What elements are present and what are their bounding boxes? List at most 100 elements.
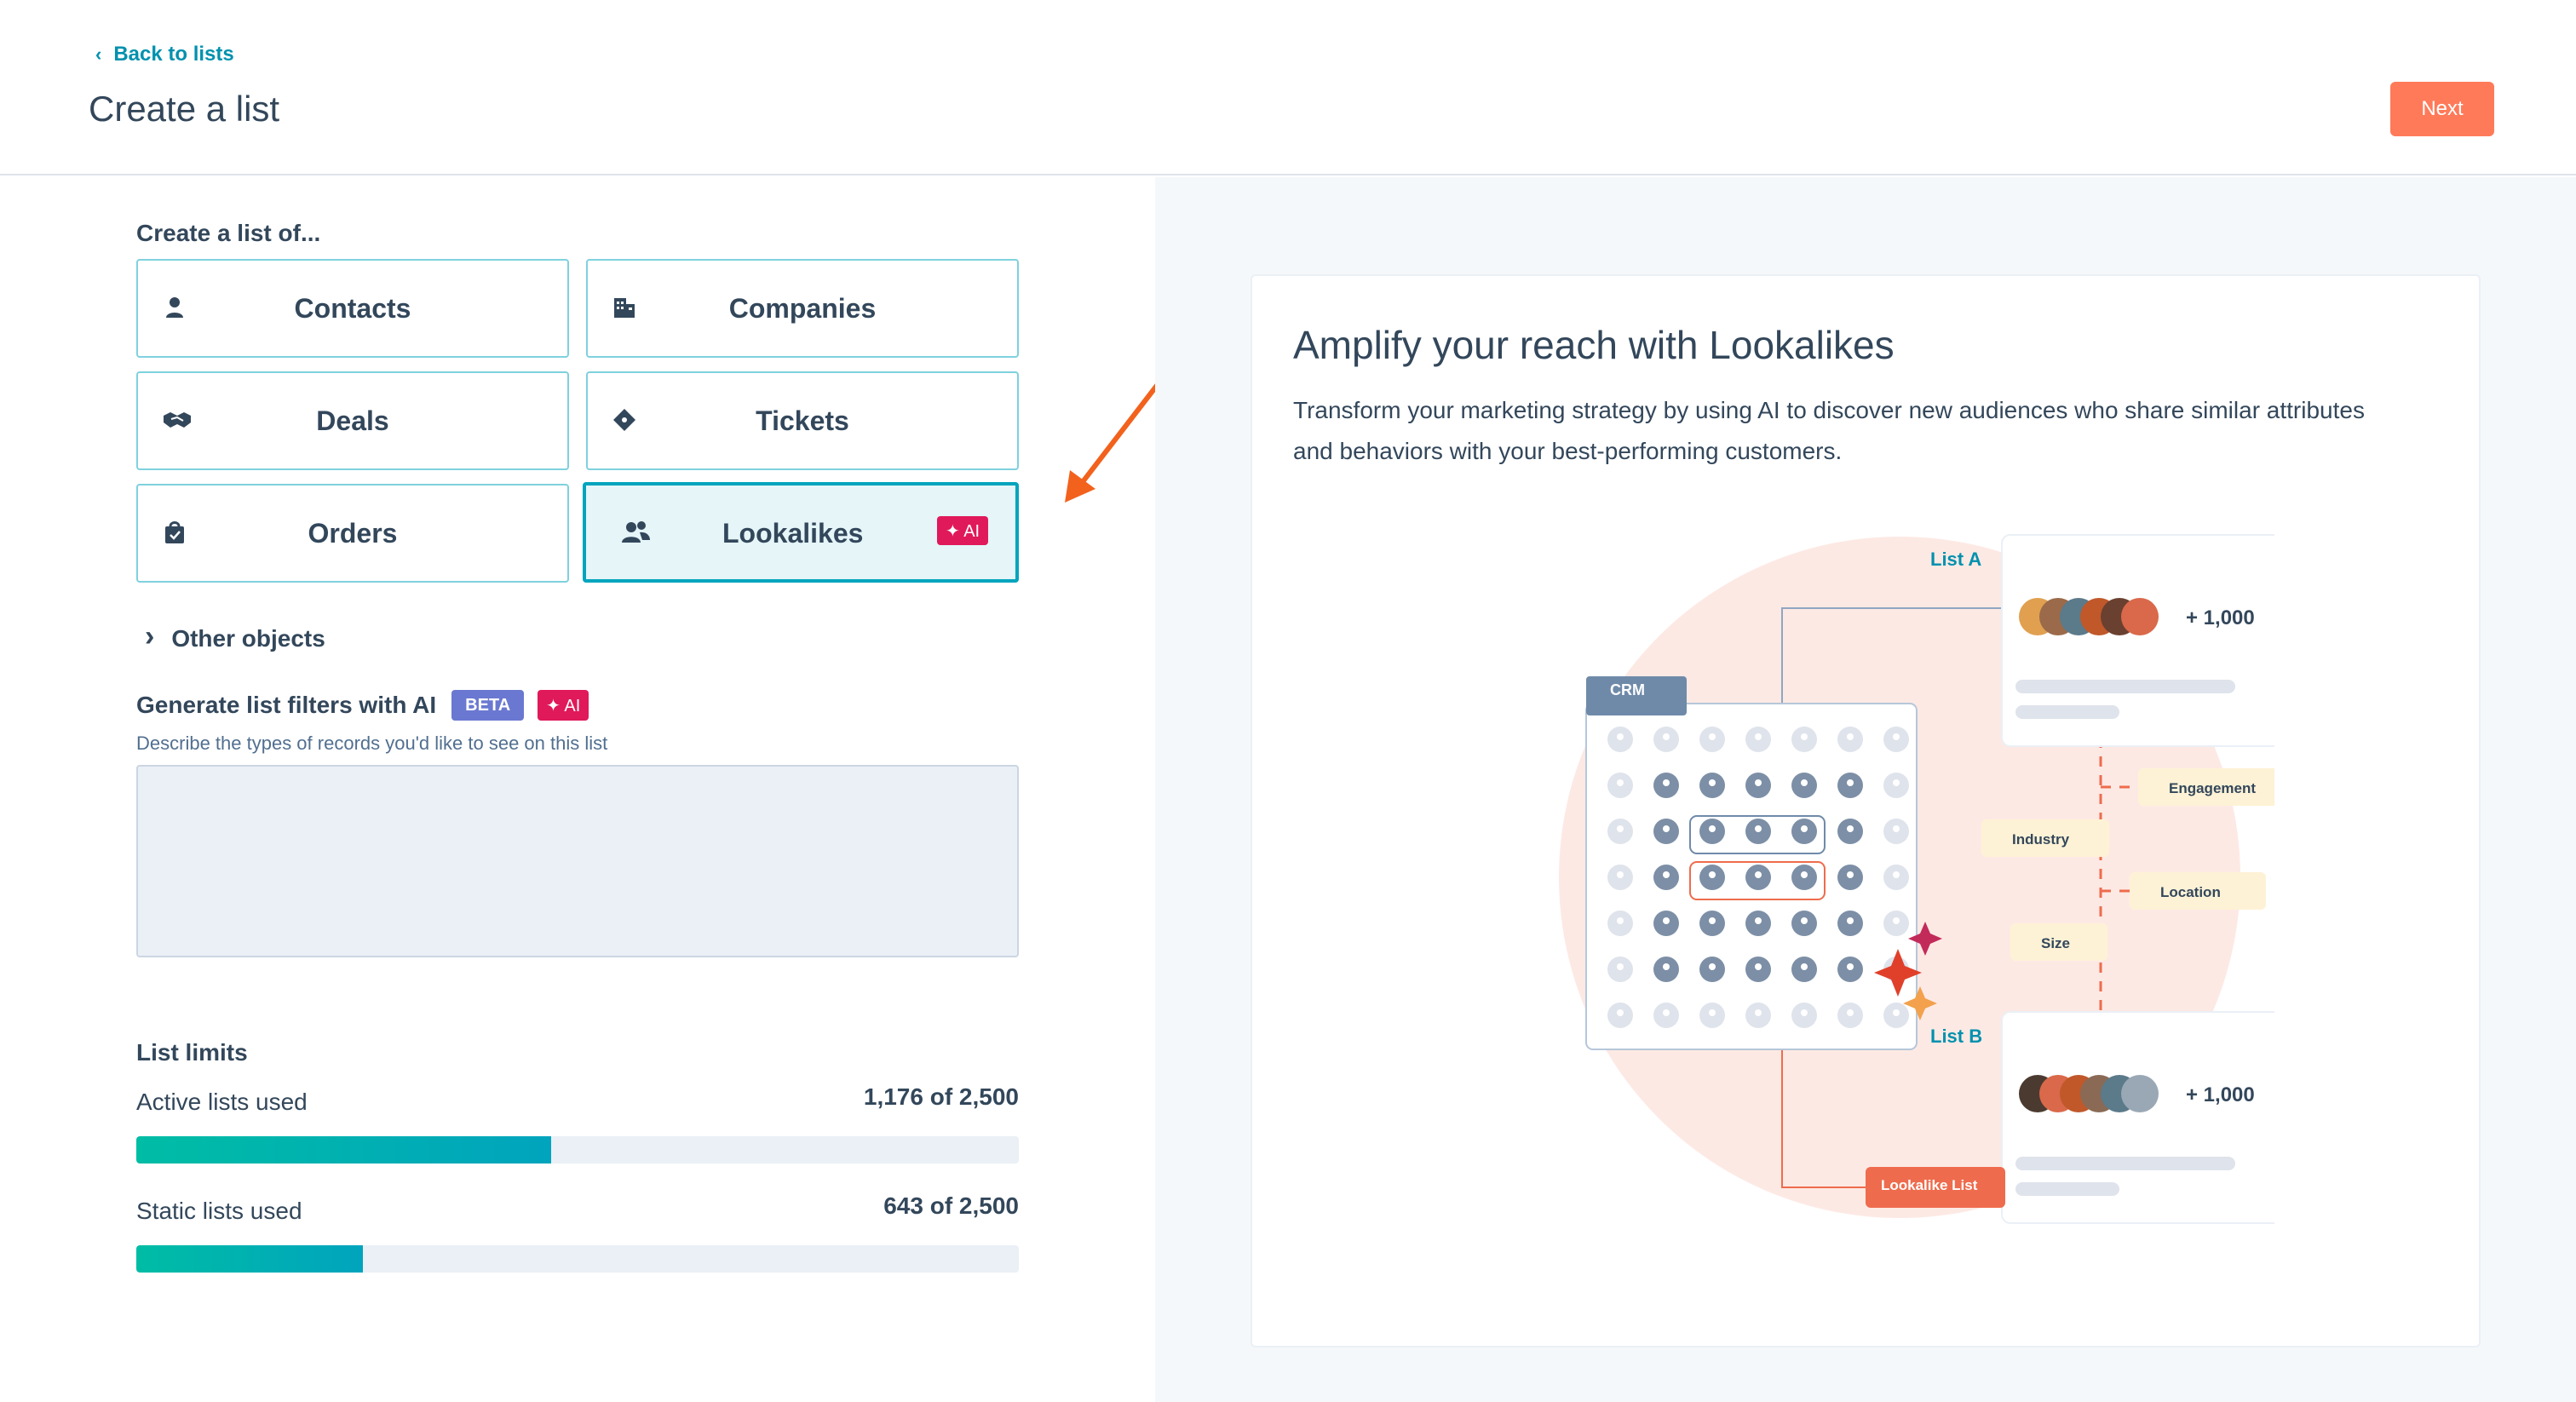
crm-person-head: [1755, 871, 1762, 878]
crm-person-head: [1801, 917, 1808, 924]
ticket-icon: [613, 409, 635, 431]
crm-person-head: [1755, 917, 1762, 924]
crm-person-head: [1847, 825, 1854, 832]
object-card-label: Tickets: [756, 405, 849, 436]
crm-person-head: [1617, 963, 1624, 970]
object-card-orders[interactable]: Orders: [136, 484, 569, 583]
lookalikes-promo-card: Amplify your reach with Lookalikes Trans…: [1251, 274, 2481, 1347]
crm-person-head: [1801, 1009, 1808, 1016]
ai-badge: ✦ AI: [538, 690, 589, 721]
object-card-tickets[interactable]: Tickets: [586, 371, 1019, 470]
right-panel: Amplify your reach with Lookalikes Trans…: [1155, 177, 2576, 1402]
list-b-label: List B: [1930, 1026, 1983, 1047]
lookalikes-illustration: [1559, 534, 2274, 1224]
crm-person-head: [1801, 825, 1808, 832]
page-header: ‹ Back to lists Create a list Next: [0, 0, 2576, 175]
crm-person-head: [1893, 871, 1900, 878]
crm-person-head: [1617, 825, 1624, 832]
active-lists-value: 1,176 of 2,500: [863, 1083, 1019, 1110]
static-lists-value: 643 of 2,500: [883, 1192, 1019, 1219]
object-card-companies[interactable]: Companies: [586, 259, 1019, 358]
handshake-icon: [164, 412, 191, 428]
crm-person-head: [1709, 963, 1716, 970]
crm-person-head: [1617, 733, 1624, 740]
other-objects-label: Other objects: [171, 624, 325, 652]
attribute-industry: Industry: [2012, 831, 2070, 848]
crm-person-head: [1663, 871, 1670, 878]
page-title: Create a list: [89, 89, 280, 129]
crm-person-head: [1801, 963, 1808, 970]
object-card-deals[interactable]: Deals: [136, 371, 569, 470]
crm-person-head: [1893, 825, 1900, 832]
object-card-label: Contacts: [294, 292, 411, 324]
ai-filters-header: Generate list filters with AI BETA ✦ AI: [136, 690, 589, 721]
crm-person-head: [1801, 733, 1808, 740]
crm-person-head: [1663, 733, 1670, 740]
ai-filters-title: Generate list filters with AI: [136, 692, 437, 718]
list-a-count: + 1,000: [2186, 606, 2255, 629]
chevron-right-icon: ›: [145, 620, 155, 652]
contact-icon: [166, 297, 183, 318]
crm-person-head: [1617, 917, 1624, 924]
crm-person-head: [1663, 917, 1670, 924]
attribute-location: Location: [2160, 884, 2221, 900]
crm-person-head: [1617, 1009, 1624, 1016]
crm-person-head: [1801, 779, 1808, 786]
next-button[interactable]: Next: [2390, 82, 2494, 136]
crm-person-head: [1755, 733, 1762, 740]
list-a-label: List A: [1930, 549, 1982, 570]
create-list-of-label: Create a list of...: [136, 220, 321, 246]
crm-person-head: [1755, 1009, 1762, 1016]
crm-person-head: [1847, 917, 1854, 924]
crm-person-head: [1893, 733, 1900, 740]
active-lists-progress: [136, 1136, 1019, 1164]
attribute-size: Size: [2041, 935, 2071, 951]
crm-person-head: [1755, 963, 1762, 970]
crm-person-head: [1709, 733, 1716, 740]
crm-person-head: [1801, 871, 1808, 878]
crm-person-head: [1709, 825, 1716, 832]
crm-person-head: [1755, 825, 1762, 832]
attribute-engagement: Engagement: [2169, 780, 2257, 796]
crm-person-head: [1755, 779, 1762, 786]
back-link-label: Back to lists: [113, 43, 234, 66]
object-card-contacts[interactable]: Contacts: [136, 259, 569, 358]
lookalike-list-label: Lookalike List: [1881, 1177, 1978, 1193]
crm-person-head: [1663, 963, 1670, 970]
crm-label: CRM: [1610, 681, 1645, 698]
other-objects-toggle[interactable]: › Other objects: [145, 620, 325, 653]
chevron-left-icon: ‹: [95, 43, 102, 65]
back-to-lists-link[interactable]: ‹ Back to lists: [95, 43, 234, 66]
crm-person-head: [1709, 1009, 1716, 1016]
crm-person-head: [1847, 1009, 1854, 1016]
users-icon: [622, 521, 650, 543]
static-lists-progress: [136, 1245, 1019, 1273]
crm-person-head: [1709, 871, 1716, 878]
ai-badge: ✦ AI: [937, 516, 989, 545]
ai-filters-textarea[interactable]: [136, 765, 1019, 957]
crm-person-head: [1663, 1009, 1670, 1016]
crm-person-head: [1663, 825, 1670, 832]
crm-person-head: [1617, 779, 1624, 786]
object-card-label: Orders: [308, 517, 398, 549]
crm-person-head: [1847, 733, 1854, 740]
shopping-bag-icon: [165, 521, 184, 543]
building-icon: [614, 298, 635, 318]
crm-person-head: [1847, 871, 1854, 878]
crm-person-head: [1709, 779, 1716, 786]
object-card-label: Companies: [728, 292, 877, 324]
active-lists-progress-fill: [136, 1136, 552, 1164]
crm-person-head: [1617, 871, 1624, 878]
crm-person-head: [1893, 1009, 1900, 1016]
crm-person-head: [1893, 779, 1900, 786]
crm-person-head: [1663, 779, 1670, 786]
ai-filters-description: Describe the types of records you'd like…: [136, 733, 608, 754]
object-card-label: Lookalikes: [722, 518, 864, 549]
list-limits-title: List limits: [136, 1039, 248, 1066]
crm-person-head: [1847, 963, 1854, 970]
beta-badge: BETA: [451, 690, 525, 721]
object-card-lookalikes[interactable]: Lookalikes ✦ AI: [583, 482, 1019, 583]
crm-person-head: [1709, 917, 1716, 924]
crm-person-head: [1847, 779, 1854, 786]
active-lists-label: Active lists used: [136, 1089, 308, 1115]
